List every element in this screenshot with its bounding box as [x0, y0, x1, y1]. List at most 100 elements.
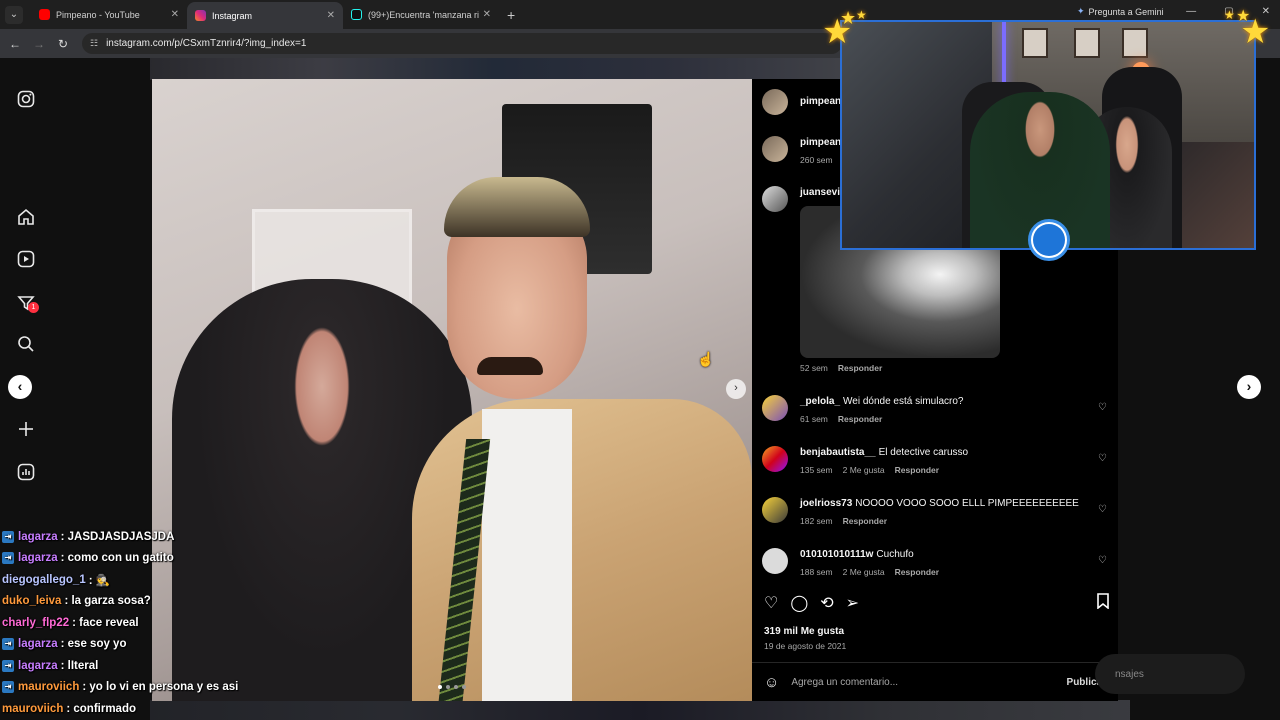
comment-likes[interactable]: 2 Me gusta: [843, 465, 885, 475]
comment-input[interactable]: Agrega un comentario...: [791, 677, 1066, 688]
chat-text: : JASDJASDJASJDA: [60, 530, 175, 543]
cam-picture-frame: [1022, 28, 1048, 58]
reply-button[interactable]: Responder: [838, 363, 882, 373]
chat-message: mauroviich: confirmado: [2, 698, 272, 720]
forward-icon[interactable]: →: [27, 37, 51, 51]
like-comment-icon[interactable]: ♡: [1098, 402, 1107, 413]
comment-age: 61 sem: [800, 414, 828, 424]
comment-username[interactable]: joelrioss73: [800, 498, 852, 509]
star-icon: ★: [856, 8, 867, 22]
chat-username: mauroviich: [2, 702, 64, 715]
site-info-icon[interactable]: ☷: [90, 38, 98, 49]
reply-button[interactable]: Responder: [895, 567, 939, 577]
like-count[interactable]: 319 mil Me gusta: [764, 626, 844, 637]
white-shirt: [482, 409, 572, 701]
close-icon[interactable]: ✕: [171, 9, 179, 20]
save-icon[interactable]: [1096, 593, 1110, 614]
previous-post-button[interactable]: ‹: [8, 375, 32, 399]
cam-picture-frame: [1074, 28, 1100, 58]
new-tab-button[interactable]: +: [507, 7, 515, 23]
share-icon[interactable]: ➢: [846, 593, 859, 614]
gemini-icon: ✦: [1077, 6, 1085, 16]
tab-label: (99+)Encuentra 'manzana ribe: [368, 9, 479, 20]
prime-badge-icon: ⇥: [2, 681, 14, 694]
comment-text: Cuchufo: [876, 549, 914, 560]
comment-username[interactable]: benjabautista__: [800, 447, 876, 458]
chat-username: lagarza: [18, 659, 58, 672]
back-icon[interactable]: ←: [3, 37, 27, 51]
chat-text: : la garza sosa?: [64, 595, 151, 608]
comment-username[interactable]: _pelola_: [800, 396, 840, 407]
comment-likes[interactable]: 2 Me gusta: [843, 567, 885, 577]
stream-chat-overlay: ⇥ lagarza : JASDJASDJASJDA ⇥ lagarza: como c…: [2, 526, 272, 720]
emoji-icon[interactable]: ☺: [764, 674, 779, 691]
youtube-icon: [39, 9, 50, 20]
background-posts-strip-bottom: [150, 700, 1130, 720]
next-post-button[interactable]: ›: [1237, 375, 1261, 399]
comment-text: NOOOO VOOO SOOO ELLL PIMPEEEEEEEEEE: [855, 498, 1079, 509]
chart-icon[interactable]: [17, 463, 35, 481]
avatar[interactable]: [762, 497, 788, 523]
minimize-icon[interactable]: —: [1186, 6, 1196, 17]
star-icon: ★: [840, 8, 857, 28]
avatar[interactable]: [762, 89, 788, 115]
like-comment-icon[interactable]: ♡: [1098, 555, 1107, 566]
background-posts-strip: [150, 58, 840, 80]
chat-text: : ese soy yo: [60, 638, 127, 651]
hand-cursor-icon: ☝: [697, 351, 715, 367]
tab-search-icon[interactable]: ⌄: [5, 5, 23, 24]
comment-username[interactable]: juansevil: [800, 187, 843, 198]
carousel-dot: [446, 685, 450, 689]
close-icon[interactable]: ✕: [327, 10, 335, 21]
chat-username: diegogallego_1: [2, 573, 86, 586]
plus-icon[interactable]: [17, 420, 35, 438]
tab-tiktok[interactable]: (99+)Encuentra 'manzana ribe ✕: [343, 1, 499, 28]
avatar[interactable]: [762, 136, 788, 162]
reply-button[interactable]: Responder: [838, 414, 882, 424]
comment-username[interactable]: 010101010111w: [800, 549, 873, 560]
gemini-button[interactable]: ✦ Pregunta a Gemini: [1077, 6, 1164, 17]
like-comment-icon[interactable]: ♡: [1098, 453, 1107, 464]
chat-message: ⇥ lagarza: como con un gatito: [2, 548, 272, 570]
default-avatar-icon[interactable]: [762, 548, 788, 574]
chat-username: duko_leiva: [2, 595, 62, 608]
chat-message: duko_leiva: la garza sosa?: [2, 591, 272, 613]
chat-username: mauroviich: [18, 681, 80, 694]
chat-message: ⇥ mauroviich: yo lo vi en persona y es as…: [2, 677, 272, 699]
carousel-next-icon[interactable]: ›: [726, 379, 746, 399]
like-comment-icon[interactable]: ♡: [1098, 504, 1107, 515]
comment-item: _pelola_ Wei dónde está simulacro? 61 sem…: [762, 395, 963, 424]
reply-button[interactable]: Responder: [895, 465, 939, 475]
avatar[interactable]: [762, 395, 788, 421]
comment-age: 52 sem: [800, 363, 828, 373]
url-field[interactable]: ☷ instagram.com/p/CSxmTznrir4/?img_index…: [82, 33, 842, 54]
post-actions: ♡ ◯ ⟲ ➢: [764, 593, 1110, 614]
reply-button[interactable]: Responder: [843, 516, 887, 526]
chat-username: lagarza: [18, 638, 58, 651]
avatar[interactable]: [762, 186, 788, 212]
prime-badge-icon: ⇥: [2, 638, 14, 651]
cam-picture-frame: [1122, 28, 1148, 58]
close-icon[interactable]: ✕: [483, 9, 491, 20]
url-text: instagram.com/p/CSxmTznrir4/?img_index=1: [106, 38, 307, 49]
avatar[interactable]: [762, 446, 788, 472]
reload-icon[interactable]: ↻: [51, 37, 75, 51]
tab-youtube[interactable]: Pimpeano - YouTube ✕: [31, 1, 187, 28]
home-icon[interactable]: [17, 208, 35, 226]
add-comment-bar: ☺ Agrega un comentario... Publicar: [752, 662, 1118, 701]
reels-icon[interactable]: [17, 250, 35, 268]
tab-instagram[interactable]: Instagram ✕: [187, 2, 343, 29]
repost-icon[interactable]: ⟲: [820, 593, 833, 614]
like-icon[interactable]: ♡: [764, 593, 778, 614]
search-icon[interactable]: [17, 335, 35, 353]
comment-icon[interactable]: ◯: [790, 593, 808, 614]
carousel-dot: [462, 685, 466, 689]
star-icon: ★: [1236, 8, 1251, 25]
chat-text: : 🕵: [88, 574, 111, 587]
chat-message: ⇥ lagarza: ese soy yo: [2, 634, 272, 656]
chat-text: : confirmado: [66, 702, 136, 715]
messages-button[interactable]: nsajes: [1095, 654, 1245, 694]
comment-text: Wei dónde está simulacro?: [843, 396, 964, 407]
comment-age: 188 sem: [800, 567, 833, 577]
instagram-icon[interactable]: [17, 90, 35, 108]
